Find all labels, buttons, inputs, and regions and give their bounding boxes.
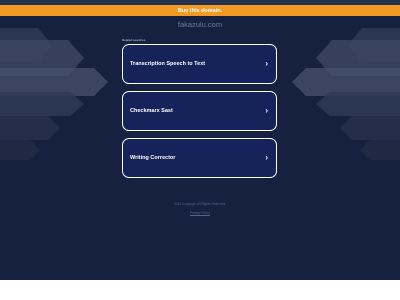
chevron-right-icon: › bbox=[265, 153, 268, 162]
related-search-item[interactable]: Writing Corrector › bbox=[122, 138, 277, 178]
site-domain: fakazulu.com bbox=[177, 20, 223, 29]
related-search-item[interactable]: Checkmarx Sast › bbox=[122, 91, 277, 131]
related-searches-heading: Related searches bbox=[122, 38, 146, 42]
privacy-policy-link[interactable]: Privacy Policy bbox=[0, 211, 400, 215]
chevron-right-icon: › bbox=[265, 106, 268, 115]
bottom-blank bbox=[0, 280, 400, 300]
related-search-item[interactable]: Transcription Speech to Text › bbox=[122, 44, 277, 84]
related-search-label: Checkmarx Sast bbox=[130, 108, 173, 114]
chevron-right-icon: › bbox=[265, 59, 268, 68]
parking-page: Buy this domain. fakazulu.com Related se… bbox=[0, 0, 400, 280]
related-search-label: Transcription Speech to Text bbox=[130, 61, 206, 67]
copyright-text: 2024 Copyright. All Rights Reserved. bbox=[173, 202, 227, 206]
related-search-label: Writing Corrector bbox=[130, 155, 176, 161]
